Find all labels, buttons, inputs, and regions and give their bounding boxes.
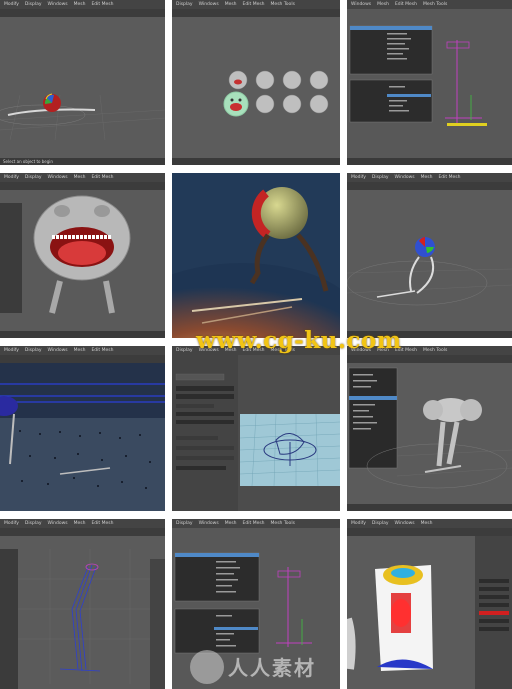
logo-icon (190, 650, 224, 684)
maya-screenshot-4: Modify Display Windows Mesh Edit Mesh (0, 173, 165, 338)
maya-screenshot-9: Windows Mesh Edit Mesh Mesh Tools (347, 346, 512, 511)
render-image (172, 173, 340, 338)
maya-screenshot-12: Modify Display Windows Mesh (347, 519, 512, 689)
viewport-leg-wireframe[interactable] (0, 519, 165, 689)
viewport-outliner-panels[interactable] (347, 0, 512, 165)
render-character (172, 173, 340, 338)
viewport-dark-scene[interactable] (0, 346, 165, 511)
maya-screenshot-8: Display Windows Mesh Edit Mesh Mesh Tools (172, 346, 340, 511)
status-bar (0, 331, 165, 338)
maya-screenshot-2: Display Windows Mesh Edit Mesh Mesh Tools (172, 0, 340, 165)
maya-screenshot-10: Modify Display Windows Mesh Edit Mesh (0, 519, 165, 689)
viewport-rigged-character[interactable] (0, 0, 165, 165)
logo-text: 人人素材 (228, 656, 316, 680)
maya-screenshot-7: Modify Display Windows Mesh Edit Mesh (0, 346, 165, 511)
viewport-outliner-grey-model[interactable] (347, 346, 512, 511)
viewport-face-closeup[interactable] (0, 173, 165, 338)
maya-screenshot-1: Modify Display Windows Mesh Edit Mesh Select… (0, 0, 165, 165)
maya-screenshot-3: Windows Mesh Edit Mesh Mesh Tools (347, 0, 512, 165)
attribute-editor-and-viewport[interactable] (172, 346, 340, 511)
viewport-weight-paint[interactable] (347, 519, 512, 689)
status-bar (347, 158, 512, 165)
watermark-text: www.cg-ku.com (196, 327, 402, 354)
status-bar (172, 158, 340, 165)
status-bar (347, 504, 512, 511)
maya-screenshot-6: Modify Display Windows Mesh Edit Mesh (347, 173, 512, 338)
viewport-blendshape-heads[interactable] (172, 0, 340, 165)
status-bar: Select an object to begin (0, 158, 165, 165)
viewport-character-pose[interactable] (347, 173, 512, 338)
